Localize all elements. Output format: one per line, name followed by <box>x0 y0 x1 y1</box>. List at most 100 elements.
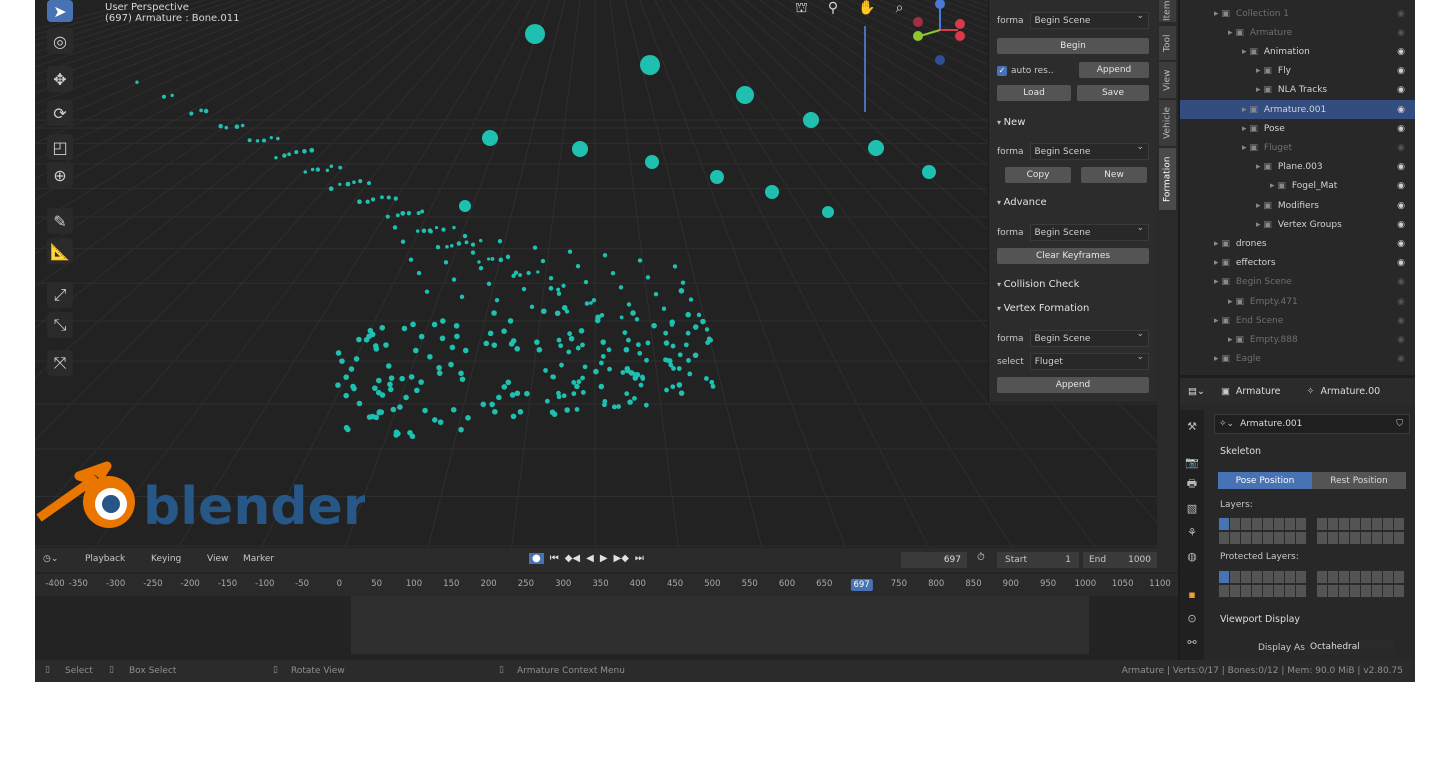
render-props-icon[interactable]: 📷 <box>1184 454 1200 470</box>
outliner-row[interactable]: ▸ ▣ Animation ◉ <box>1180 42 1415 61</box>
display-as-dropdown[interactable]: Octahedral <box>1306 640 1394 655</box>
outliner-expand-icon[interactable]: ▸ ▣ <box>1256 220 1272 230</box>
annotate-tool-icon[interactable]: ✎ <box>47 208 73 234</box>
layer-toggle[interactable] <box>1393 584 1405 598</box>
visibility-eye-icon[interactable]: ◉ <box>1397 143 1405 153</box>
outliner-row[interactable]: ▸ ▣ Fly ◉ <box>1180 62 1415 81</box>
outliner-expand-icon[interactable]: ▸ ▣ <box>1214 239 1230 249</box>
vf-forma-dropdown[interactable]: Begin Scene <box>1029 329 1149 347</box>
advance-section-header[interactable]: Advance <box>997 197 1047 208</box>
layer-toggle[interactable] <box>1393 517 1405 531</box>
outliner-expand-icon[interactable]: ▸ ▣ <box>1242 143 1258 153</box>
visibility-eye-icon[interactable]: ◉ <box>1397 47 1405 57</box>
begin-button[interactable]: Begin <box>997 38 1149 54</box>
outliner-expand-icon[interactable]: ▸ ▣ <box>1214 258 1230 268</box>
cursor-tool-icon[interactable]: ◎ <box>47 28 73 54</box>
fake-user-shield-icon[interactable]: ⛉ <box>1396 419 1403 429</box>
camera-view-icon[interactable]: ⛫ <box>795 0 808 18</box>
editor-type-icon[interactable]: ◷⌄ <box>43 554 58 564</box>
visibility-eye-icon[interactable]: ◉ <box>1397 162 1405 172</box>
zoom-icon[interactable]: ⚲ <box>828 0 838 18</box>
tab-formation[interactable]: Formation <box>1159 148 1176 210</box>
load-button[interactable]: Load <box>997 85 1071 101</box>
armature-data-field[interactable]: ✧⌄ Armature.001 ⛉ <box>1214 414 1410 434</box>
frame-range-track[interactable] <box>351 596 1089 654</box>
skeleton-header[interactable]: Skeleton <box>1220 446 1261 457</box>
outliner-expand-icon[interactable]: ▸ ▣ <box>1228 28 1244 38</box>
menu-view[interactable]: View <box>207 554 228 564</box>
orientation-gizmo[interactable] <box>910 0 970 70</box>
visibility-eye-icon[interactable]: ◉ <box>1397 9 1405 19</box>
editor-type-icon[interactable]: ▤⌄ <box>1188 386 1205 397</box>
outliner-row[interactable]: ▸ ▣ Fogel_Mat ◉ <box>1180 177 1415 196</box>
object-props-icon[interactable]: ▪ <box>1184 586 1200 602</box>
jump-end-icon[interactable]: ⏭ <box>635 553 644 564</box>
outliner-row[interactable]: ▸ ▣ Collection 1 ◉ <box>1180 4 1415 23</box>
world-props-icon[interactable]: ◍ <box>1184 548 1200 564</box>
scale-tool-icon[interactable]: ◰ <box>47 134 73 160</box>
3d-viewport[interactable]: User Perspective (697) Armature : Bone.0… <box>35 0 1178 548</box>
clear-keyframes-button[interactable]: Clear Keyframes <box>997 248 1149 264</box>
outliner-expand-icon[interactable]: ▸ ▣ <box>1214 316 1230 326</box>
visibility-eye-icon[interactable]: ◉ <box>1397 124 1405 134</box>
measure-tool-icon[interactable]: 📐 <box>47 238 73 264</box>
outliner-expand-icon[interactable]: ▸ ▣ <box>1242 105 1258 115</box>
outliner-row[interactable]: ▸ ▣ End Scene ◉ <box>1180 311 1415 330</box>
pose-position-button[interactable]: Pose Position <box>1218 472 1312 489</box>
pan-hand-icon[interactable]: ✋ <box>858 0 875 18</box>
save-button[interactable]: Save <box>1077 85 1149 101</box>
play-reverse-icon[interactable]: ◀ <box>586 553 594 564</box>
output-props-icon[interactable]: 🖶 <box>1184 476 1200 492</box>
outliner-expand-icon[interactable]: ▸ ▣ <box>1214 354 1230 364</box>
tab-vehicle[interactable]: Vehicle <box>1159 100 1176 146</box>
record-button[interactable]: ● <box>529 553 544 564</box>
outliner-row[interactable]: ▸ ▣ Vertex Groups ◉ <box>1180 215 1415 234</box>
bone-roll-tool-icon[interactable]: ⤢ <box>47 282 73 308</box>
visibility-eye-icon[interactable]: ◉ <box>1397 85 1405 95</box>
select-tool-icon[interactable]: ➤ <box>47 0 73 22</box>
transform-tool-icon[interactable]: ⊕ <box>47 162 73 188</box>
visibility-eye-icon[interactable]: ◉ <box>1397 220 1405 230</box>
menu-marker[interactable]: Marker <box>243 554 274 564</box>
copy-button[interactable]: Copy <box>1005 167 1071 183</box>
visibility-eye-icon[interactable]: ◉ <box>1397 105 1405 115</box>
outliner-expand-icon[interactable]: ▸ ▣ <box>1256 66 1272 76</box>
auto-res-checkbox[interactable]: ✓ <box>997 65 1007 76</box>
append-button[interactable]: Append <box>1079 62 1149 78</box>
current-frame-field[interactable]: 697 <box>901 552 967 568</box>
end-frame-field[interactable]: End 1000 <box>1083 552 1157 568</box>
outliner-expand-icon[interactable]: ▸ ▣ <box>1214 277 1230 287</box>
visibility-eye-icon[interactable]: ◉ <box>1397 354 1405 364</box>
view-layer-props-icon[interactable]: ▧ <box>1184 500 1200 516</box>
rotate-tool-icon[interactable]: ⟳ <box>47 100 73 126</box>
properties-editor[interactable]: ▤⌄ ▣ Armature ✧ Armature.00 ⚒ 📷 🖶 ▧ ⚘ ◍ … <box>1178 378 1415 660</box>
play-icon[interactable]: ▶ <box>600 553 608 564</box>
clock-icon[interactable]: ⏱ <box>977 552 985 563</box>
tab-tool[interactable]: Tool <box>1159 26 1176 60</box>
rest-position-button[interactable]: Rest Position <box>1312 472 1406 489</box>
new-section-header[interactable]: New <box>997 117 1026 128</box>
vf-append-button[interactable]: Append <box>997 377 1149 393</box>
move-tool-icon[interactable]: ✥ <box>47 66 73 92</box>
collision-check-header[interactable]: Collision Check <box>997 279 1080 290</box>
outliner-row[interactable]: ▸ ▣ effectors ◉ <box>1180 254 1415 273</box>
outliner-expand-icon[interactable]: ▸ ▣ <box>1256 85 1272 95</box>
layer-toggle[interactable] <box>1295 517 1307 531</box>
outliner-row[interactable]: ▸ ▣ Plane.003 ◉ <box>1180 158 1415 177</box>
outliner-expand-icon[interactable]: ▸ ▣ <box>1256 201 1272 211</box>
top-forma-dropdown[interactable]: Begin Scene <box>1029 11 1149 29</box>
menu-keying[interactable]: Keying <box>151 554 181 564</box>
outliner-row[interactable]: ▸ ▣ Armature.001 ◉ <box>1180 100 1415 119</box>
outliner-row[interactable]: ▸ ▣ drones ◉ <box>1180 234 1415 253</box>
viewport-display-header[interactable]: Viewport Display <box>1220 614 1300 625</box>
visibility-eye-icon[interactable]: ◉ <box>1397 277 1405 287</box>
scene-props-icon[interactable]: ⚘ <box>1184 524 1200 540</box>
outliner-row[interactable]: ▸ ▣ Empty.471 ◉ <box>1180 292 1415 311</box>
visibility-eye-icon[interactable]: ◉ <box>1397 28 1405 38</box>
new-button[interactable]: New <box>1081 167 1147 183</box>
search-icon[interactable]: ⌕ <box>896 0 904 18</box>
outliner-row[interactable]: ▸ ▣ NLA Tracks ◉ <box>1180 81 1415 100</box>
tab-view[interactable]: View <box>1159 62 1176 98</box>
outliner-expand-icon[interactable]: ▸ ▣ <box>1256 162 1272 172</box>
visibility-eye-icon[interactable]: ◉ <box>1397 258 1405 268</box>
